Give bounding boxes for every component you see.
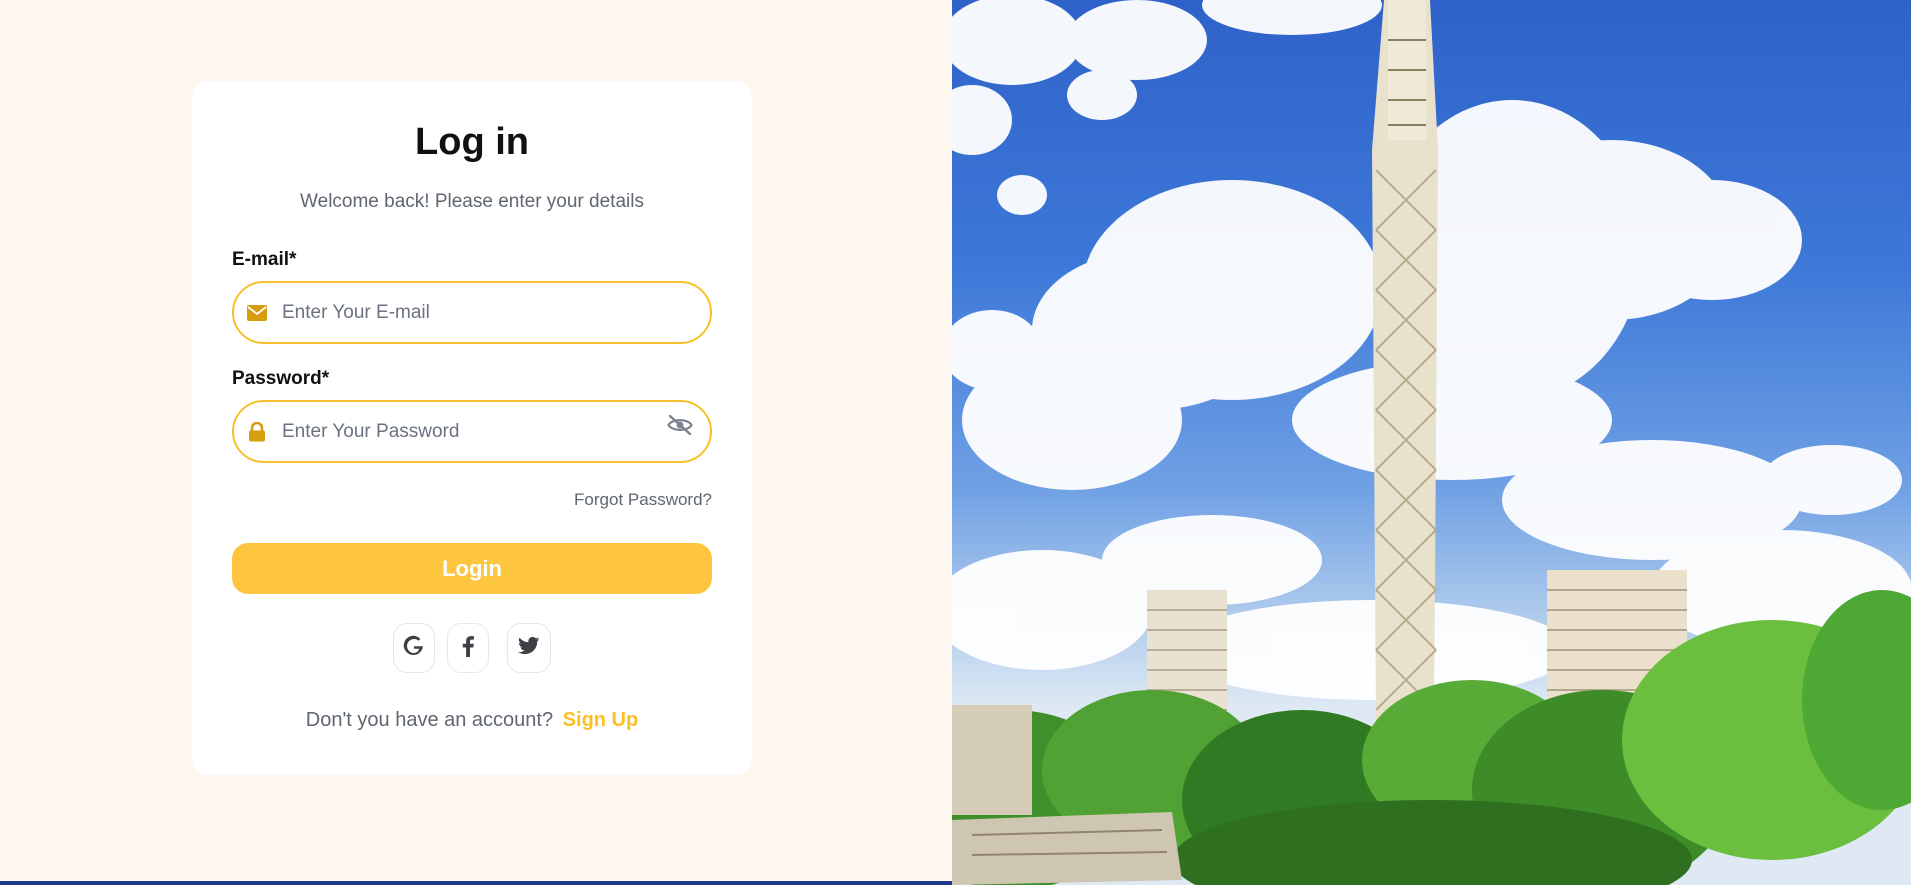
page-subtitle: Welcome back! Please enter your details (300, 191, 644, 212)
email-field[interactable] (282, 283, 710, 342)
signup-prompt: Don't you have an account? Sign Up (192, 709, 752, 732)
email-field-wrapper[interactable] (232, 281, 712, 344)
facebook-login-button[interactable] (447, 623, 489, 673)
password-field[interactable] (282, 402, 666, 461)
password-label: Password* (232, 368, 330, 389)
hero-illustration (952, 0, 1911, 885)
eye-slash-icon[interactable] (666, 411, 694, 439)
login-button[interactable]: Login (232, 543, 712, 594)
twitter-icon (518, 636, 540, 660)
envelope-icon (246, 302, 268, 324)
signup-prompt-text: Don't you have an account? (305, 709, 554, 731)
forgot-password-link[interactable]: Forgot Password? (574, 490, 712, 510)
email-label: E-mail* (232, 249, 297, 270)
twitter-login-button[interactable] (507, 623, 551, 673)
lock-icon (246, 421, 268, 443)
bottom-border (0, 881, 952, 885)
facebook-icon (461, 635, 475, 662)
google-icon (403, 635, 425, 662)
signup-link[interactable]: Sign Up (563, 709, 639, 731)
cairo-tower-photo (952, 0, 1911, 885)
login-card: Log in Welcome back! Please enter your d… (192, 81, 752, 775)
google-login-button[interactable] (393, 623, 435, 673)
page-title: Log in (415, 121, 529, 163)
password-field-wrapper[interactable] (232, 400, 712, 463)
social-login-row (192, 623, 752, 673)
login-pane: Log in Welcome back! Please enter your d… (0, 0, 952, 885)
